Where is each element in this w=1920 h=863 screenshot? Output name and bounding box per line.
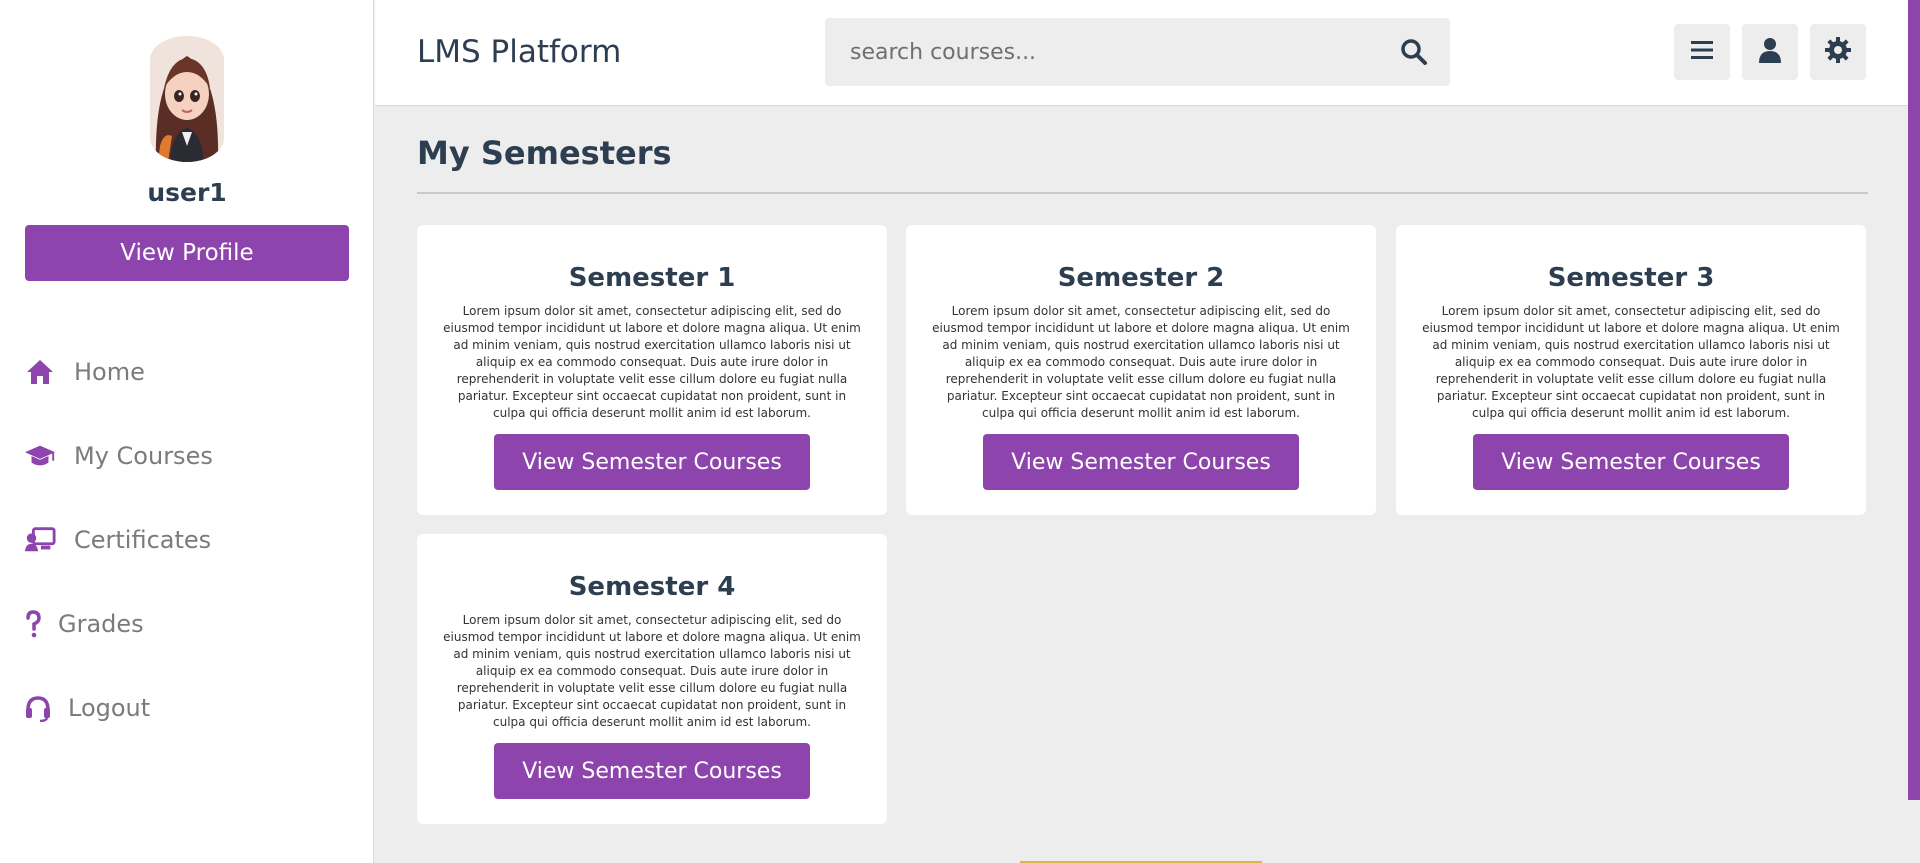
semester-description: Lorem ipsum dolor sit amet, consectetur … (443, 613, 861, 729)
settings-icon (1824, 36, 1852, 68)
sidebar: user1 View Profile Home My Courses Certi… (0, 0, 374, 863)
semester-title: Semester 1 (568, 263, 736, 293)
sidebar-item-label: Home (74, 358, 145, 386)
view-semester-courses-button[interactable]: View Semester Courses (494, 743, 810, 799)
sidebar-item-my-courses[interactable]: My Courses (0, 414, 374, 498)
semester-title: Semester 4 (568, 572, 736, 602)
headset-icon (24, 692, 52, 724)
divider (417, 192, 1868, 194)
username: user1 (147, 178, 227, 207)
page-title: My Semesters (417, 134, 672, 172)
menu-button[interactable] (1674, 24, 1730, 80)
semester-card: Semester 2 Lorem ipsum dolor sit amet, c… (906, 225, 1376, 515)
view-semester-courses-button[interactable]: View Semester Courses (1473, 434, 1789, 490)
sidebar-item-logout[interactable]: Logout (0, 666, 374, 750)
avatar-illustration (150, 36, 224, 162)
top-header: LMS Platform (375, 0, 1920, 106)
settings-button[interactable] (1810, 24, 1866, 80)
semester-description: Lorem ipsum dolor sit amet, consectetur … (1422, 304, 1840, 420)
semester-title: Semester 3 (1547, 263, 1715, 293)
sidebar-item-label: Certificates (74, 526, 212, 554)
sidebar-item-certificates[interactable]: Certificates (0, 498, 374, 582)
search-bar (825, 18, 1450, 86)
sidebar-item-home[interactable]: Home (0, 330, 374, 414)
avatar[interactable] (150, 36, 224, 162)
menu-icon (1691, 40, 1713, 64)
sidebar-nav: Home My Courses Certificates Grades Logo… (0, 330, 374, 750)
semester-description: Lorem ipsum dolor sit amet, consectetur … (443, 304, 861, 420)
user-icon (1759, 37, 1781, 67)
sidebar-item-label: Grades (58, 610, 144, 638)
app-title: LMS Platform (417, 34, 622, 70)
view-semester-courses-button[interactable]: View Semester Courses (983, 434, 1299, 490)
view-profile-button[interactable]: View Profile (25, 225, 349, 281)
semester-card: Semester 1 Lorem ipsum dolor sit amet, c… (417, 225, 887, 515)
user-button[interactable] (1742, 24, 1798, 80)
search-icon[interactable] (1400, 38, 1428, 66)
semester-description: Lorem ipsum dolor sit amet, consectetur … (932, 304, 1350, 420)
right-accent-bar (1908, 0, 1920, 800)
semester-title: Semester 2 (1057, 263, 1225, 293)
sidebar-item-grades[interactable]: Grades (0, 582, 374, 666)
home-icon (24, 356, 56, 388)
sidebar-item-label: Logout (68, 694, 151, 722)
semester-card: Semester 3 Lorem ipsum dolor sit amet, c… (1396, 225, 1866, 515)
certificate-icon (24, 524, 56, 556)
graduation-cap-icon (24, 440, 56, 472)
question-mark-icon (24, 608, 42, 640)
semester-card: Semester 4 Lorem ipsum dolor sit amet, c… (417, 534, 887, 824)
search-input[interactable] (825, 18, 1385, 86)
view-semester-courses-button[interactable]: View Semester Courses (494, 434, 810, 490)
sidebar-item-label: My Courses (74, 442, 213, 470)
